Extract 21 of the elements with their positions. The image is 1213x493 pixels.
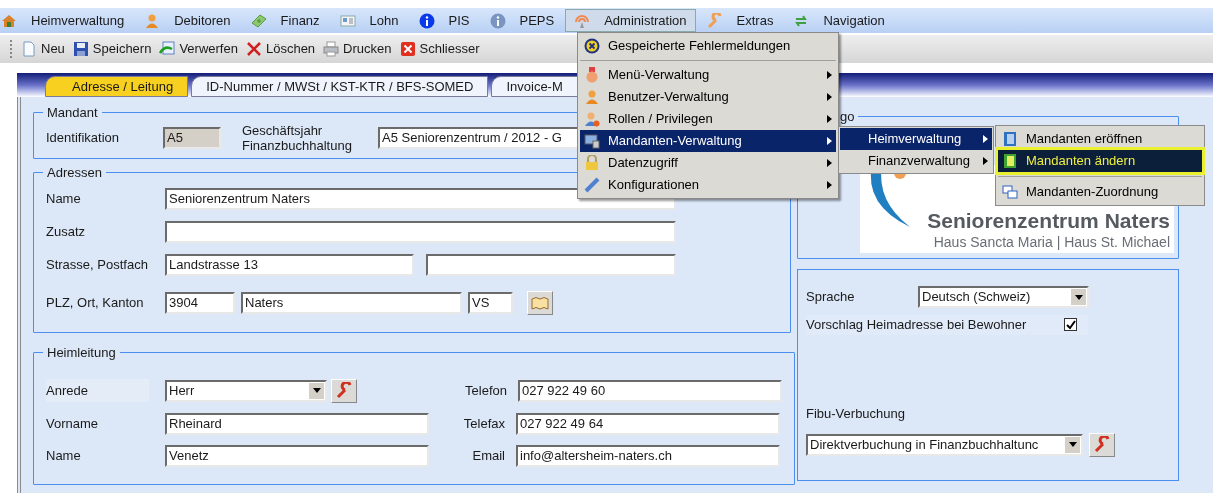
- field-label: Name: [46, 189, 82, 208]
- group-title: Heimleitung: [46, 344, 117, 362]
- group-title: Mandant: [46, 104, 99, 122]
- field-label: Strasse, Postfach: [46, 255, 149, 274]
- field-label: Name: [46, 446, 82, 465]
- field-label: Geschäftsjahr Finanzbuchhaltung: [242, 122, 353, 153]
- field-label: Vorschlag Heimadresse bei Bewohner: [806, 316, 1028, 334]
- field-label: Telefon: [464, 381, 507, 400]
- field-label: PLZ, Ort, Kanton: [46, 293, 145, 312]
- field-label: Vorname: [46, 414, 100, 433]
- group-title: Adressen: [46, 164, 103, 182]
- field-label: Anrede: [46, 378, 149, 403]
- logo-subtitle: Haus Sancta Maria | Haus St. Michael: [933, 232, 1170, 251]
- field-label: Email: [471, 446, 505, 465]
- field-label: Identifikation: [46, 128, 120, 147]
- field-label: Sprache: [806, 288, 856, 307]
- logo-title: Seniorenzentrum Naters: [927, 208, 1170, 233]
- field-label: Zusatz: [46, 222, 86, 241]
- field-label: Telefax: [462, 414, 505, 433]
- group-title: go: [839, 108, 856, 126]
- field-label: Fibu-Verbuchung: [806, 404, 906, 423]
